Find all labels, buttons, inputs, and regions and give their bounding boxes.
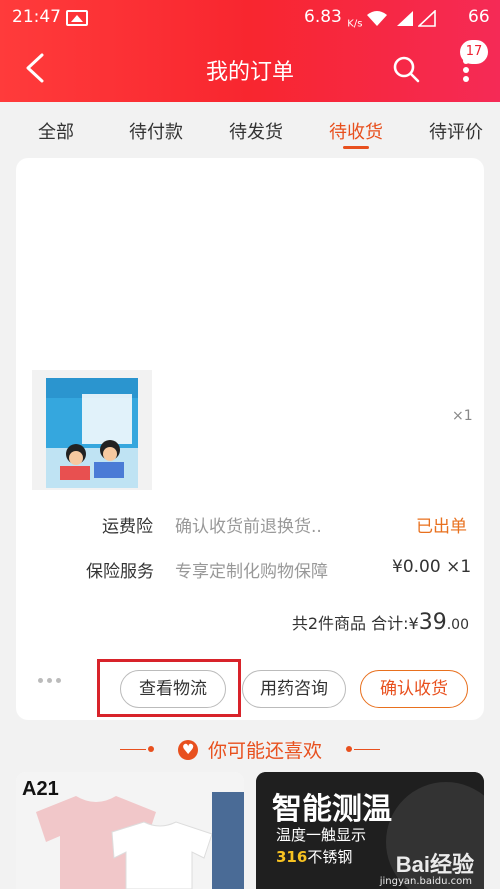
notification-badge: 17	[460, 40, 488, 64]
order-card: ×1 运费险 确认收货前退换货.. 已出单 保险服务 专享定制化购物保障 ¥0.…	[16, 158, 484, 720]
total-label: 合计:	[371, 614, 409, 633]
more-actions-icon[interactable]	[38, 678, 64, 684]
network-speed: 6.83 K/s	[304, 7, 362, 29]
insurance-service-desc[interactable]: 专享定制化购物保障	[175, 557, 328, 582]
highlight-box	[97, 659, 241, 717]
promo-material-text: 不锈钢	[307, 848, 353, 866]
divider-right	[354, 749, 380, 750]
status-bar: 21:47 6.83 K/s 66	[0, 0, 500, 36]
promo-subtitle: 温度一触显示	[276, 826, 367, 844]
item-quantity: ×1	[452, 408, 473, 424]
wifi-icon	[367, 11, 387, 26]
status-time: 21:47	[12, 7, 61, 27]
tab-pending-shipment[interactable]: 待发货	[229, 118, 283, 144]
page-title: 我的订单	[205, 60, 294, 85]
confirm-receipt-button[interactable]: 确认收货	[360, 670, 468, 708]
shipping-insurance-status: 已出单	[416, 517, 467, 537]
tab-pending-receipt[interactable]: 待收货	[329, 118, 383, 144]
total-integer: 39	[418, 610, 447, 635]
medication-consult-button[interactable]: 用药咨询	[242, 670, 346, 708]
item-count: 共2件商品	[291, 614, 367, 633]
active-tab-indicator	[343, 146, 369, 149]
shipping-insurance-label: 运费险	[102, 517, 153, 537]
order-summary: 共2件商品 合计:¥39.00	[292, 610, 469, 635]
total-decimal: .00	[446, 617, 469, 633]
brand-label: A21	[22, 778, 59, 800]
recommend-section-title: 你可能还喜欢	[0, 732, 500, 766]
promo-material-number: 316	[276, 848, 308, 866]
recommend-title: 你可能还喜欢	[208, 740, 323, 762]
network-speed-unit: K/s	[347, 18, 363, 30]
tab-pending-payment[interactable]: 待付款	[129, 118, 183, 144]
recommend-item-thermometer[interactable]: 智能测温 温度一触显示 316不锈钢 Bai经验 jingyan.baidu.c…	[256, 772, 484, 889]
recommend-item-tshirt[interactable]: A21	[16, 772, 244, 889]
tab-all[interactable]: 全部	[38, 118, 74, 144]
insurance-service-label: 保险服务	[86, 562, 154, 582]
search-icon[interactable]	[392, 55, 420, 83]
image-notification-icon	[66, 10, 88, 26]
promo-material: 316不锈钢	[276, 846, 352, 867]
signal-icon	[397, 11, 413, 26]
insurance-service-price: ¥0.00 ×1	[392, 557, 472, 577]
watermark: Bai经验	[395, 852, 474, 877]
watermark-url: jingyan.baidu.com	[379, 876, 472, 887]
currency-symbol: ¥	[408, 614, 419, 633]
signal-icon-2	[418, 10, 436, 27]
divider-dot-right	[346, 746, 352, 752]
network-speed-value: 6.83	[304, 7, 342, 27]
order-tabs: 全部 待付款 待发货 待收货 待评价	[0, 102, 500, 156]
tab-pending-review[interactable]: 待评价	[429, 118, 483, 144]
battery-level: 66	[468, 7, 490, 27]
product-image[interactable]	[32, 370, 152, 490]
promo-title: 智能测温	[272, 792, 392, 827]
app-header: 21:47 6.83 K/s 66 我的订单 17	[0, 0, 500, 102]
shipping-insurance-desc[interactable]: 确认收货前退换货..	[175, 512, 322, 537]
